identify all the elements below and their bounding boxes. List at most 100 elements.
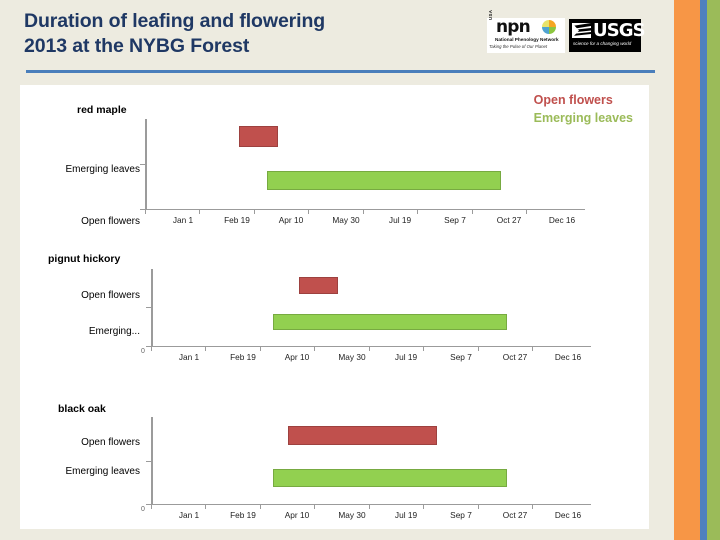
chart1-x-label-0: Jan 1 bbox=[172, 215, 194, 225]
npn-usa-text: USA bbox=[488, 9, 493, 20]
chart2-x-tick-1 bbox=[205, 346, 207, 351]
chart3-x-label-5: Sep 7 bbox=[450, 510, 472, 520]
chart3-category-label-open-flowers: Open flowers bbox=[81, 437, 140, 448]
chart3-x-tick-7 bbox=[532, 504, 534, 509]
page-title-line-2: 2013 at the NYBG Forest bbox=[24, 35, 250, 57]
npn-circle-icon bbox=[542, 20, 556, 34]
chart2-x-label-5: Sep 7 bbox=[450, 352, 472, 362]
chart1-x-tick-6 bbox=[472, 209, 474, 214]
npn-wordmark: npn bbox=[496, 17, 531, 37]
chart1-x-tick-3 bbox=[308, 209, 310, 214]
chart3-x-tick-3 bbox=[314, 504, 316, 509]
chart1-x-tick-5 bbox=[417, 209, 419, 214]
chart3-x-tick-2 bbox=[260, 504, 262, 509]
chart-red-maple: red maple Open flowers Emerging leaves J… bbox=[20, 85, 649, 231]
chart2-x-label-7: Dec 16 bbox=[554, 352, 582, 362]
chart-title-red-maple: red maple bbox=[77, 104, 127, 116]
chart2-x-label-6: Oct 27 bbox=[502, 352, 528, 362]
chart1-x-tick-7 bbox=[526, 209, 528, 214]
logo-group: USA npn National Phenology Network Takin… bbox=[487, 10, 646, 53]
chart2-x-label-4: Jul 19 bbox=[394, 352, 418, 362]
chart3-bar-emerging-leaves bbox=[273, 469, 507, 487]
chart1-x-label-1: Feb 19 bbox=[224, 215, 250, 225]
chart2-x-tick-6 bbox=[478, 346, 480, 351]
content-panel: Open flowers Emerging leaves red maple O… bbox=[20, 85, 649, 529]
chart2-plot-area: 0 Jan 1 Feb 19 Apr 10 May 30 Jul 19 Sep … bbox=[141, 269, 591, 362]
chart2-x-label-0: Jan 1 bbox=[178, 352, 200, 362]
chart3-x-tick-5 bbox=[423, 504, 425, 509]
chart2-x-tick-5 bbox=[423, 346, 425, 351]
chart-pignut-hickory: pignut hickory Open flowers Emerging... … bbox=[20, 235, 649, 375]
chart2-bar-open-flowers bbox=[299, 277, 338, 294]
slide-header: Duration of leafing and flowering 2013 a… bbox=[0, 0, 674, 85]
chart3-x-label-6: Oct 27 bbox=[502, 510, 528, 520]
edge-stripe-orange bbox=[674, 0, 700, 540]
chart1-y-axis bbox=[145, 119, 147, 210]
chart1-plot-area: Jan 1 Feb 19 Apr 10 May 30 Jul 19 Sep 7 … bbox=[140, 119, 585, 225]
chart2-x-tick-7 bbox=[532, 346, 534, 351]
chart1-x-tick-0 bbox=[145, 209, 147, 214]
chart2-x-tick-2 bbox=[260, 346, 262, 351]
chart2-x-axis bbox=[151, 346, 591, 348]
npn-subtitle: National Phenology Network bbox=[495, 37, 559, 42]
chart1-bar-emerging-leaves bbox=[267, 171, 501, 190]
chart2-x-tick-3 bbox=[314, 346, 316, 351]
chart3-x-tick-4 bbox=[369, 504, 371, 509]
chart3-x-label-7: Dec 16 bbox=[554, 510, 582, 520]
chart3-y-axis bbox=[151, 417, 153, 505]
chart3-y-tick-0 bbox=[146, 461, 151, 463]
chart1-x-label-5: Sep 7 bbox=[444, 215, 466, 225]
chart1-x-tick-2 bbox=[254, 209, 256, 214]
usgs-tagline: science for a changing world bbox=[573, 41, 632, 46]
chart-title-pignut-hickory: pignut hickory bbox=[48, 253, 121, 265]
chart1-x-label-2: Apr 10 bbox=[278, 215, 304, 225]
chart1-category-label-open-flowers: Open flowers bbox=[81, 216, 140, 227]
edge-stripe-green bbox=[707, 0, 720, 540]
chart2-category-label-emerging-leaves: Emerging... bbox=[88, 326, 140, 337]
chart2-zero-label: 0 bbox=[141, 348, 145, 355]
chart2-x-tick-4 bbox=[369, 346, 371, 351]
chart1-x-tick-1 bbox=[199, 209, 201, 214]
chart1-x-label-4: Jul 19 bbox=[388, 215, 412, 225]
chart3-x-label-2: Apr 10 bbox=[284, 510, 310, 520]
chart3-x-tick-6 bbox=[478, 504, 480, 509]
chart2-x-label-1: Feb 19 bbox=[230, 352, 256, 362]
chart-black-oak: black oak Open flowers Emerging leaves 0… bbox=[20, 385, 649, 529]
title-underline-rule bbox=[26, 70, 655, 73]
chart3-category-label-emerging-leaves: Emerging leaves bbox=[65, 466, 140, 477]
page-title-line-1: Duration of leafing and flowering bbox=[24, 10, 326, 32]
chart3-bar-open-flowers bbox=[288, 426, 437, 445]
chart2-x-label-3: May 30 bbox=[338, 352, 366, 362]
chart3-x-tick-1 bbox=[205, 504, 207, 509]
chart1-x-tick-4 bbox=[363, 209, 365, 214]
chart3-x-axis bbox=[151, 504, 591, 506]
usgs-wordmark: USGS bbox=[593, 20, 646, 41]
usgs-logo: USGS science for a changing world bbox=[569, 19, 646, 52]
chart3-x-label-3: May 30 bbox=[338, 510, 366, 520]
chart1-bar-open-flowers bbox=[239, 126, 278, 147]
edge-stripe-blue bbox=[700, 0, 707, 540]
chart1-x-label-6: Oct 27 bbox=[496, 215, 522, 225]
chart2-y-tick-0 bbox=[146, 307, 151, 309]
chart2-bar-emerging-leaves bbox=[273, 314, 507, 330]
chart3-x-label-4: Jul 19 bbox=[394, 510, 418, 520]
chart2-y-axis bbox=[151, 269, 153, 347]
page-title: Duration of leafing and flowering 2013 a… bbox=[24, 9, 444, 59]
chart2-category-label-open-flowers: Open flowers bbox=[81, 290, 140, 301]
chart1-category-label-emerging-leaves: Emerging leaves bbox=[65, 164, 140, 175]
chart-title-black-oak: black oak bbox=[58, 403, 106, 415]
chart3-plot-area: 0 Jan 1 Feb 19 Apr 10 May 30 Jul 19 Sep … bbox=[141, 417, 591, 520]
chart3-x-tick-0 bbox=[151, 504, 153, 509]
chart1-y-tick-0 bbox=[140, 164, 145, 166]
usa-npn-logo: USA npn National Phenology Network Takin… bbox=[487, 10, 565, 53]
chart3-x-label-1: Feb 19 bbox=[230, 510, 256, 520]
chart1-x-label-7: Dec 16 bbox=[548, 215, 576, 225]
npn-tagline: Taking the Pulse of Our Planet bbox=[489, 44, 548, 49]
chart3-zero-label: 0 bbox=[141, 506, 145, 513]
chart3-x-label-0: Jan 1 bbox=[178, 510, 200, 520]
chart2-x-tick-0 bbox=[151, 346, 153, 351]
chart1-x-axis bbox=[145, 209, 585, 211]
usgs-wave-icon bbox=[572, 23, 591, 38]
chart2-x-label-2: Apr 10 bbox=[284, 352, 310, 362]
chart1-x-label-3: May 30 bbox=[332, 215, 360, 225]
